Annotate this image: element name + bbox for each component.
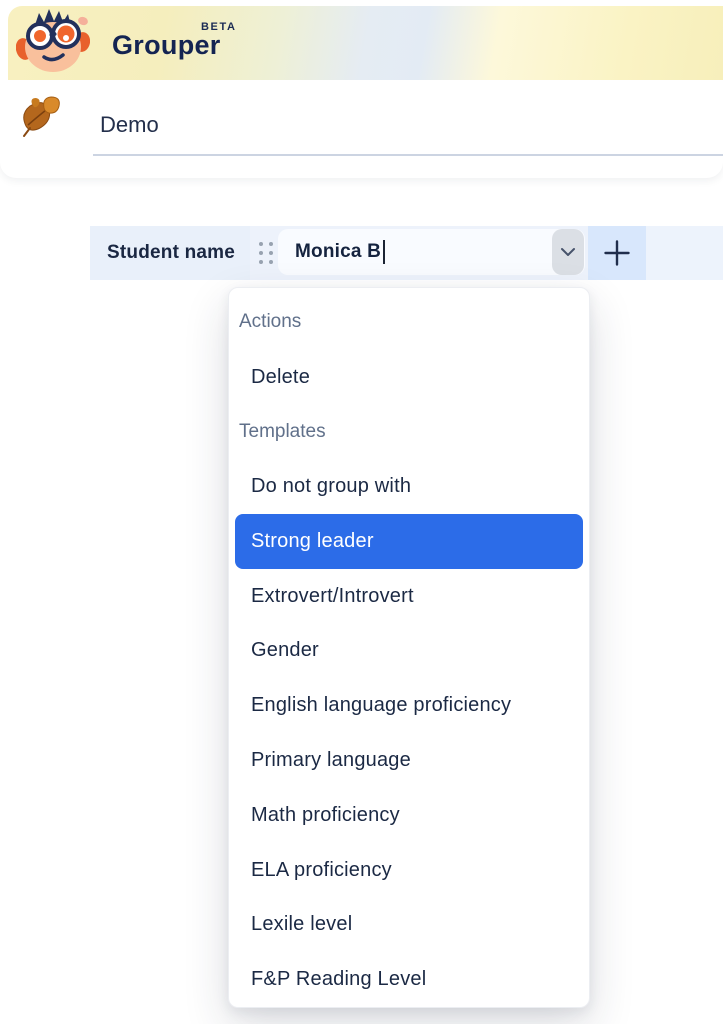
header-card: Grouper BETA Demo [0, 0, 723, 178]
app-window: Grouper BETA Demo Student name Monica B [0, 0, 723, 1024]
drag-handle-icon[interactable] [259, 242, 273, 264]
text-cursor [383, 240, 385, 264]
menu-item-english-language-proficiency[interactable]: English language proficiency [229, 678, 589, 733]
beta-badge: BETA [201, 21, 237, 33]
document-title-underline [93, 154, 723, 156]
menu-section-actions: Actions [229, 295, 589, 350]
student-name-header-label: Student name [107, 242, 235, 264]
column-template-menu: Actions Delete Templates Do not group wi… [228, 287, 590, 1008]
column-type-dropdown-button[interactable] [552, 229, 584, 275]
plus-icon [603, 239, 631, 267]
menu-item-math-proficiency[interactable]: Math proficiency [229, 788, 589, 843]
menu-item-extrovert-introvert[interactable]: Extrovert/Introvert [229, 569, 589, 624]
menu-section-templates: Templates [229, 405, 589, 460]
column-student-name[interactable]: Student name [90, 226, 250, 280]
menu-item-strong-leader[interactable]: Strong leader [235, 514, 583, 569]
menu-item-fp-reading-level[interactable]: F&P Reading Level [229, 952, 589, 1007]
menu-item-primary-language[interactable]: Primary language [229, 733, 589, 788]
grouper-mascot-icon [16, 8, 90, 74]
menu-item-do-not-group-with[interactable]: Do not group with [229, 459, 589, 514]
column-being-edited: Monica B [250, 226, 588, 280]
menu-item-delete[interactable]: Delete [229, 350, 589, 405]
app-title: Grouper [112, 30, 221, 61]
document-title-input[interactable]: Demo [100, 112, 159, 138]
table-header-filler [646, 226, 723, 280]
table-header-row: Student name Monica B [90, 226, 723, 280]
menu-item-gender[interactable]: Gender [229, 624, 589, 679]
chevron-down-icon [560, 247, 576, 257]
fallen-leaf-icon [20, 96, 62, 140]
add-column-button[interactable] [588, 226, 646, 280]
column-name-value: Monica B [295, 241, 381, 263]
column-name-input[interactable]: Monica B [278, 229, 585, 275]
menu-item-lexile-level[interactable]: Lexile level [229, 897, 589, 952]
menu-item-ela-proficiency[interactable]: ELA proficiency [229, 843, 589, 898]
